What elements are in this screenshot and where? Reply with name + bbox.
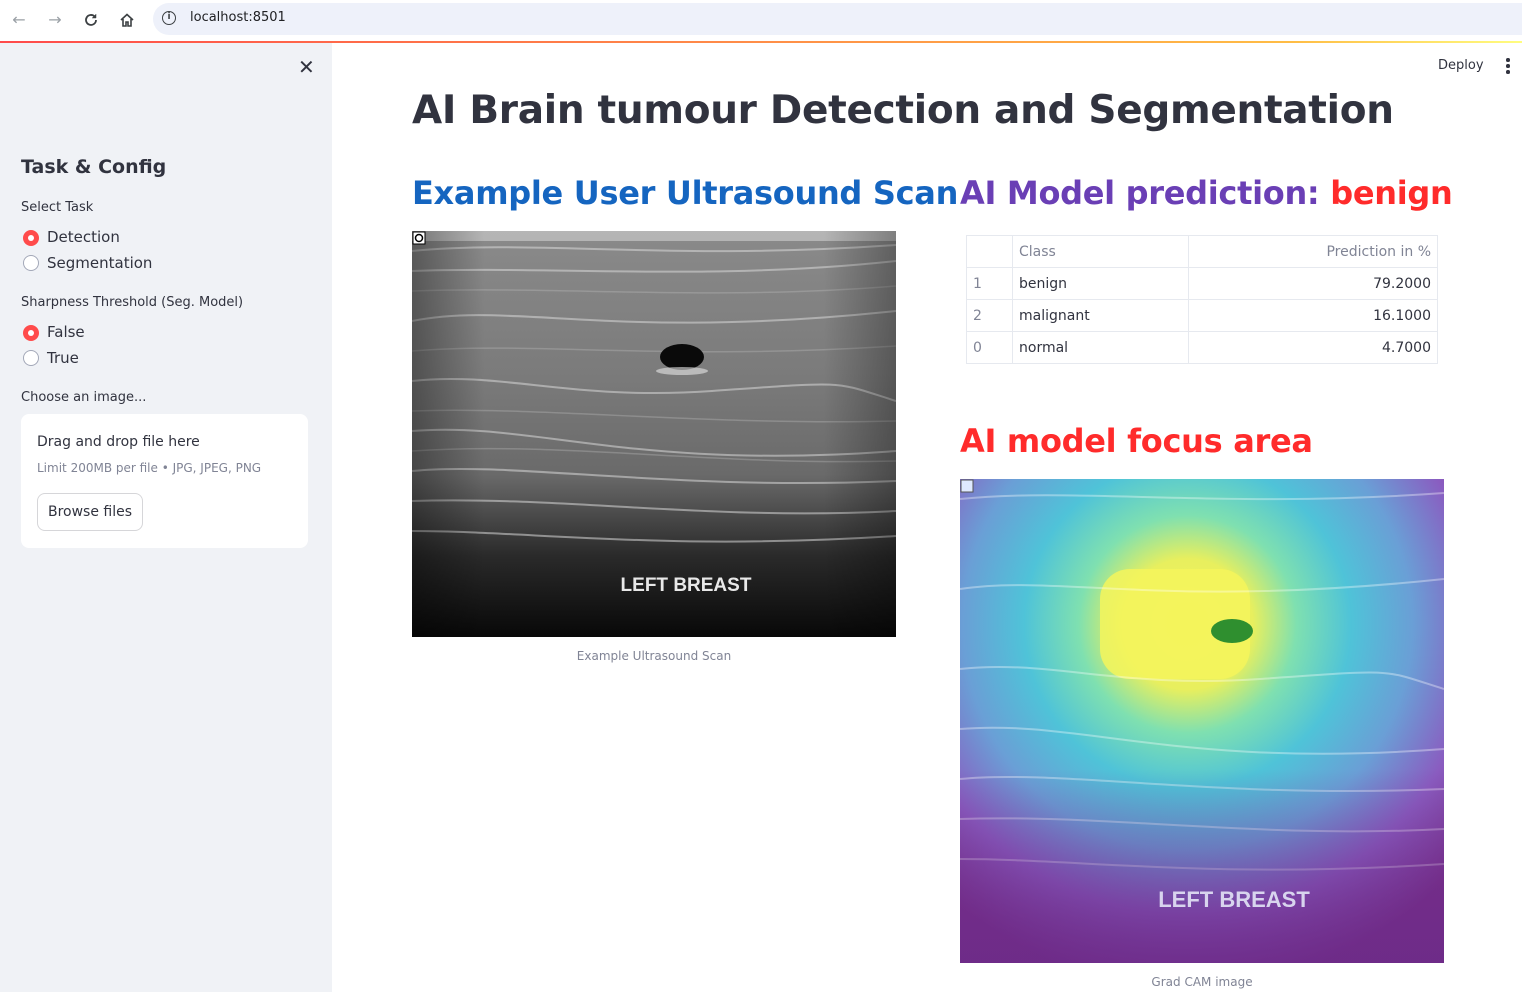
address-bar[interactable]: i localhost:8501 [153, 3, 1522, 35]
row-index: 2 [966, 299, 1013, 332]
radio-false-label[interactable]: False [47, 323, 85, 341]
radio-segmentation[interactable] [23, 255, 39, 271]
table-row: 1 benign 79.2000 [966, 267, 1438, 300]
radio-false[interactable] [23, 325, 39, 341]
focus-area-heading: AI model focus area [960, 422, 1313, 460]
table-header-index [966, 235, 1013, 268]
prediction-heading: AI Model prediction: benign [960, 174, 1453, 212]
scan-caption: Example Ultrasound Scan [576, 649, 732, 663]
sharpness-label: Sharpness Threshold (Seg. Model) [21, 295, 244, 310]
select-task-label: Select Task [21, 200, 94, 215]
table-header-row: Class Prediction in % [966, 235, 1438, 268]
home-icon[interactable] [116, 9, 138, 31]
browse-files-button[interactable]: Browse files [37, 493, 143, 531]
dropzone-limit-text: Limit 200MB per file • JPG, JPEG, PNG [37, 461, 262, 475]
reload-icon[interactable] [80, 9, 102, 31]
prediction-value: benign [1330, 174, 1453, 212]
scan-overlay-text: LEFT BREAST [621, 575, 752, 596]
sidebar-title: Task & Config [21, 156, 167, 178]
grad-cam-image: LEFT BREAST [960, 479, 1444, 963]
file-dropzone[interactable]: Drag and drop file here Limit 200MB per … [21, 414, 308, 548]
main-menu-icon[interactable] [1505, 58, 1511, 76]
prediction-prefix: AI Model prediction: [960, 174, 1331, 212]
row-value: 16.1000 [1188, 299, 1438, 332]
forward-arrow-icon[interactable]: → [44, 9, 66, 31]
url-text: localhost:8501 [190, 10, 286, 25]
back-arrow-icon[interactable]: ← [8, 9, 30, 31]
table-header-prediction: Prediction in % [1188, 235, 1438, 268]
site-info-icon[interactable]: i [162, 11, 176, 25]
dropzone-text: Drag and drop file here [37, 434, 200, 450]
cam-overlay-text: LEFT BREAST [1158, 887, 1310, 912]
radio-true[interactable] [23, 350, 39, 366]
close-sidebar-icon[interactable]: ✕ [298, 57, 315, 77]
scan-heading: Example User Ultrasound Scan [412, 174, 959, 212]
sidebar: ✕ Task & Config Select Task Detection Se… [0, 43, 332, 992]
radio-detection[interactable] [23, 230, 39, 246]
deploy-button[interactable]: Deploy [1438, 58, 1484, 73]
table-header-class: Class [1012, 235, 1189, 268]
browser-toolbar: ← → i localhost:8501 [0, 0, 1522, 42]
page-title: AI Brain tumour Detection and Segmentati… [412, 88, 1394, 133]
ultrasound-scan-image: LEFT BREAST [412, 231, 896, 637]
upload-label: Choose an image... [21, 390, 147, 405]
row-index: 1 [966, 267, 1013, 300]
row-class: normal [1012, 331, 1189, 364]
radio-true-label[interactable]: True [47, 349, 79, 367]
radio-detection-label[interactable]: Detection [47, 228, 120, 246]
row-class: malignant [1012, 299, 1189, 332]
cam-caption: Grad CAM image [1151, 975, 1253, 989]
row-value: 79.2000 [1188, 267, 1438, 300]
table-row: 0 normal 4.7000 [966, 331, 1438, 364]
radio-segmentation-label[interactable]: Segmentation [47, 254, 152, 272]
row-value: 4.7000 [1188, 331, 1438, 364]
row-index: 0 [966, 331, 1013, 364]
prediction-table[interactable]: Class Prediction in % 1 benign 79.2000 2… [966, 235, 1438, 364]
row-class: benign [1012, 267, 1189, 300]
table-row: 2 malignant 16.1000 [966, 299, 1438, 332]
